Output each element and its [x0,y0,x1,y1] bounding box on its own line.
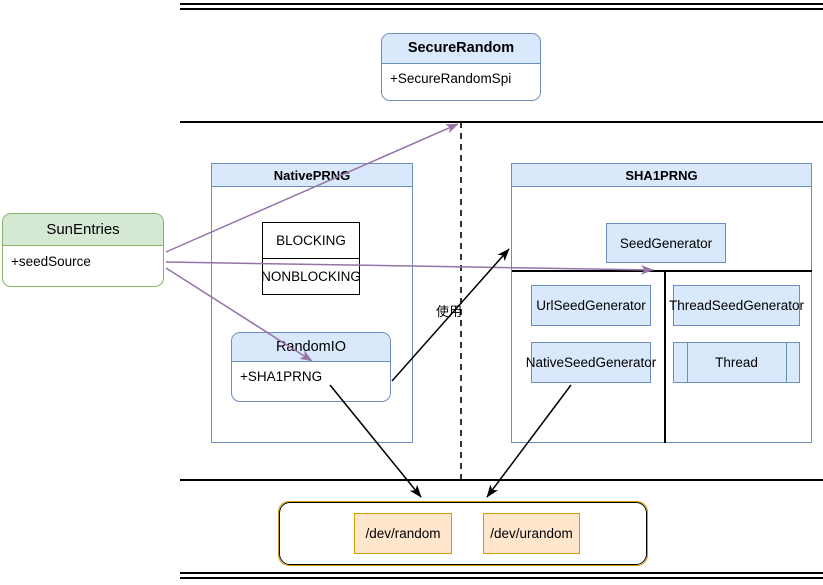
sha1prng-title: SHA1PRNG [512,164,811,187]
use-annotation-label: 使用 [436,305,463,320]
top-rule-inner [180,8,823,10]
randomio-class-box[interactable]: RandomIO +SHA1PRNG [231,332,391,402]
nativeprng-title: NativePRNG [212,164,412,187]
threadseedgenerator-label: ThreadSeedGenerator [668,298,805,313]
randomio-title: RandomIO [232,333,390,362]
sunentries-title: SunEntries [3,214,163,246]
thread-node-left-bar [687,342,689,383]
urlseedgenerator-node[interactable]: UrlSeedGenerator [531,285,651,326]
dev-urandom-label: /dev/urandom [490,526,573,541]
seedgenerator-label: SeedGenerator [619,235,713,251]
thread-label: Thread [715,355,758,370]
nativeprng-mode-blocking-label: BLOCKING [276,233,346,248]
thread-node[interactable]: Thread [673,342,800,383]
threadseedgenerator-node[interactable]: ThreadSeedGenerator [669,285,804,326]
top-rule-outer [180,3,823,5]
sunentries-class-box[interactable]: SunEntries +seedSource [2,213,164,287]
securerandom-class-box[interactable]: SecureRandom +SecureRandomSpi [381,33,541,101]
securerandom-attribute: +SecureRandomSpi [382,64,540,86]
mid-rule-upper [180,121,823,123]
urlseedgenerator-label: UrlSeedGenerator [536,298,646,313]
nativeseedgenerator-node[interactable]: NativeSeedGenerator [526,342,656,383]
nativeprng-mode-blocking[interactable]: BLOCKING [262,222,360,259]
securerandom-title: SecureRandom [382,34,540,64]
dev-random-label: /dev/random [365,526,441,541]
mid-rule-lower [180,479,823,481]
sunentries-attribute: +seedSource [3,246,163,269]
sha1prng-inner-divider [664,270,666,443]
seedgenerator-node[interactable]: SeedGenerator [606,223,726,263]
dev-urandom-node[interactable]: /dev/urandom [483,513,580,554]
sha1prng-inner-top-rule [512,270,812,272]
bottom-rule-outer [180,572,823,574]
nativeprng-mode-nonblocking-label: NONBLOCKING [261,269,361,284]
nativeprng-mode-nonblocking[interactable]: NONBLOCKING [261,258,361,295]
diagram-canvas: SecureRandom +SecureRandomSpi SunEntries… [0,0,823,585]
dev-random-node[interactable]: /dev/random [354,513,452,554]
bottom-rule-inner [180,577,823,579]
devices-container[interactable] [278,501,648,566]
randomio-attribute: +SHA1PRNG [232,362,390,384]
thread-node-right-bar [786,342,788,383]
nativeseedgenerator-label: NativeSeedGenerator [525,355,657,370]
